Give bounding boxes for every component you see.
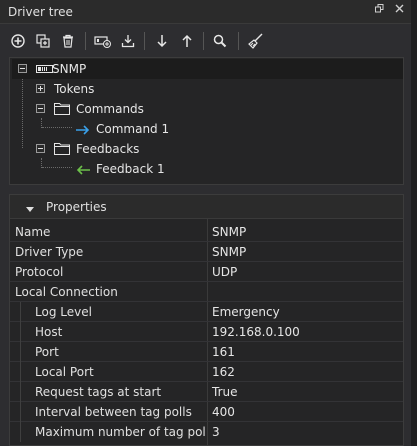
collapse-icon[interactable] [36,104,45,113]
copy-icon [36,34,50,48]
property-key: Name [15,225,51,239]
command-arrow-icon [76,124,90,138]
indent-guide [20,382,21,402]
panel-title: Driver tree [8,5,73,19]
indent-guide [20,402,21,422]
properties-title: Properties [46,200,107,214]
search-button[interactable] [210,31,230,51]
property-value[interactable]: 3 [212,425,220,439]
properties-panel: Properties Name SNMP Driver Type SNMP Pr… [9,194,404,446]
indent-guide [20,342,21,362]
property-value[interactable]: SNMP [212,225,246,239]
property-value[interactable]: Emergency [212,305,280,319]
chevron-down-icon[interactable] [26,202,34,216]
expand-icon[interactable] [36,84,45,93]
float-icon[interactable] [372,4,386,18]
clean-button[interactable] [246,31,266,51]
property-row[interactable]: Port 161 [10,342,403,362]
property-key: Log Level [35,305,92,319]
delete-icon [63,34,73,48]
tree-item-label: Feedbacks [76,142,140,156]
indent-guide [20,302,21,322]
toolbar-separator [85,32,86,50]
tree-item-feedback-1[interactable]: Feedback 1 [72,159,272,179]
property-group-key: Local Connection [15,285,118,299]
tree-item-label: SNMP [52,62,87,76]
property-row[interactable]: Local Port 162 [10,362,403,382]
feedback-arrow-icon [76,164,90,178]
property-key: Local Port [35,365,94,379]
tree-item-tokens[interactable]: Tokens [30,79,230,99]
move-down-icon [157,35,167,48]
property-key: Driver Type [15,245,84,259]
add-button[interactable] [8,31,28,51]
property-row[interactable]: Log Level Emergency [10,302,403,322]
add-device-icon [94,36,111,48]
toolbar [0,25,411,57]
driver-tree: SNMP Tokens Commands Command 1 Feedbacks… [9,57,404,185]
property-row[interactable]: Driver Type SNMP [10,242,403,262]
property-value[interactable]: 162 [212,365,235,379]
property-value[interactable]: 400 [212,405,235,419]
tree-item-label: Command 1 [96,122,170,136]
close-icon[interactable] [392,4,406,18]
property-row[interactable]: Interval between tag polls 400 [10,402,403,422]
move-down-button[interactable] [152,31,172,51]
import-icon [121,35,135,48]
tree-connector [42,127,72,128]
tree-connector [42,167,72,168]
copy-button[interactable] [33,31,53,51]
property-key: Maximum number of tag polls [35,425,205,439]
import-button[interactable] [118,31,138,51]
property-row[interactable]: Maximum number of tag polls 3 [10,422,403,442]
property-row[interactable]: Protocol UDP [10,262,403,282]
delete-button[interactable] [58,31,78,51]
property-key: Interval between tag polls [35,405,192,419]
tree-item-command-1[interactable]: Command 1 [72,119,272,139]
property-key: Host [35,325,63,339]
property-group-row[interactable]: Local Connection [10,282,403,302]
toolbar-separator [144,32,145,50]
property-key: Request tags at start [35,385,162,399]
property-value[interactable]: UDP [212,265,237,279]
tree-item-snmp[interactable]: SNMP [12,59,403,79]
property-key: Port [35,345,59,359]
folder-icon [54,101,70,118]
tree-item-commands[interactable]: Commands [30,99,230,119]
tree-item-label: Commands [76,102,144,116]
property-value[interactable]: 161 [212,345,235,359]
indent-guide [20,422,21,442]
property-row[interactable]: Host 192.168.0.100 [10,322,403,342]
folder-icon [54,141,70,158]
toolbar-separator [203,32,204,50]
add-device-button[interactable] [93,31,113,51]
indent-guide [20,322,21,342]
tree-item-feedbacks[interactable]: Feedbacks [30,139,230,159]
add-icon [11,34,25,48]
collapse-icon[interactable] [18,64,27,73]
tree-connector [22,74,23,148]
properties-header[interactable]: Properties [10,195,403,219]
driver-tree-panel: Driver tree SNMP Tokens Commands Command… [0,0,417,446]
clean-icon [248,33,263,49]
panel-edge [411,0,417,446]
tree-item-label: Feedback 1 [96,162,165,176]
collapse-icon[interactable] [36,144,45,153]
tree-item-label: Tokens [54,82,95,96]
property-value[interactable]: True [212,385,238,399]
search-icon [213,34,227,48]
property-row[interactable]: Request tags at start True [10,382,403,402]
property-value[interactable]: 192.168.0.100 [212,325,300,339]
property-key: Protocol [15,265,64,279]
property-row[interactable]: Name SNMP [10,222,403,242]
panel-titlebar: Driver tree [0,0,411,24]
property-value[interactable]: SNMP [212,245,246,259]
indent-guide [20,362,21,382]
move-up-icon [182,34,192,47]
move-up-button[interactable] [177,31,197,51]
toolbar-separator [238,32,239,50]
